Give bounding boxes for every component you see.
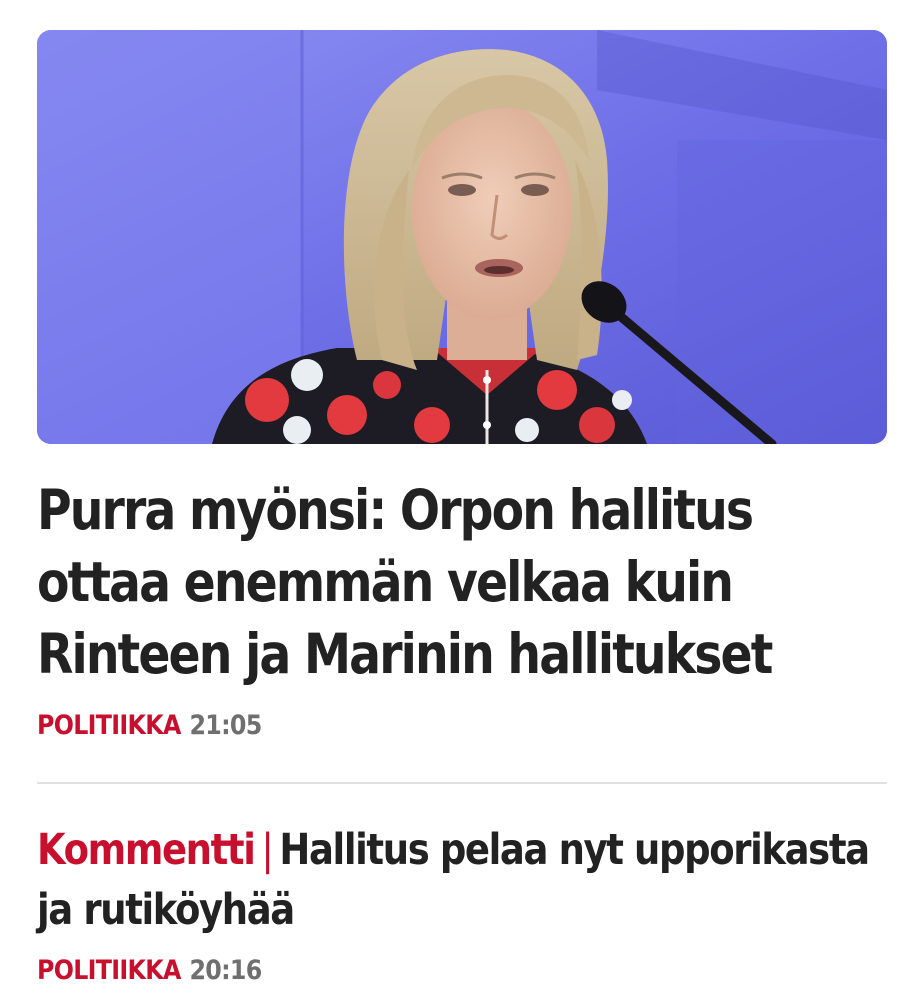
kicker-separator: | — [261, 825, 273, 875]
article-category-link[interactable]: POLITIIKKA — [37, 710, 181, 741]
article-timestamp: 21:05 — [189, 710, 262, 741]
article-kicker: Kommentti — [37, 825, 256, 875]
article-hero-image[interactable] — [37, 30, 887, 444]
article-timestamp-2: 20:16 — [189, 955, 262, 986]
politician-speaking-photo — [37, 30, 887, 444]
article-divider — [37, 782, 887, 784]
article-meta-2: POLITIIKKA 20:16 — [37, 955, 262, 986]
news-feed: Purra myönsi: Orpon hallitus ottaa enemm… — [0, 0, 923, 1000]
article-headline-2[interactable]: Kommentti | Hallitus pelaa nyt upporikasta… — [37, 820, 888, 940]
article-headline[interactable]: Purra myönsi: Orpon hallitus ottaa enemm… — [37, 474, 888, 690]
article-meta: POLITIIKKA 21:05 — [37, 710, 262, 741]
article-category-link-2[interactable]: POLITIIKKA — [37, 955, 181, 986]
